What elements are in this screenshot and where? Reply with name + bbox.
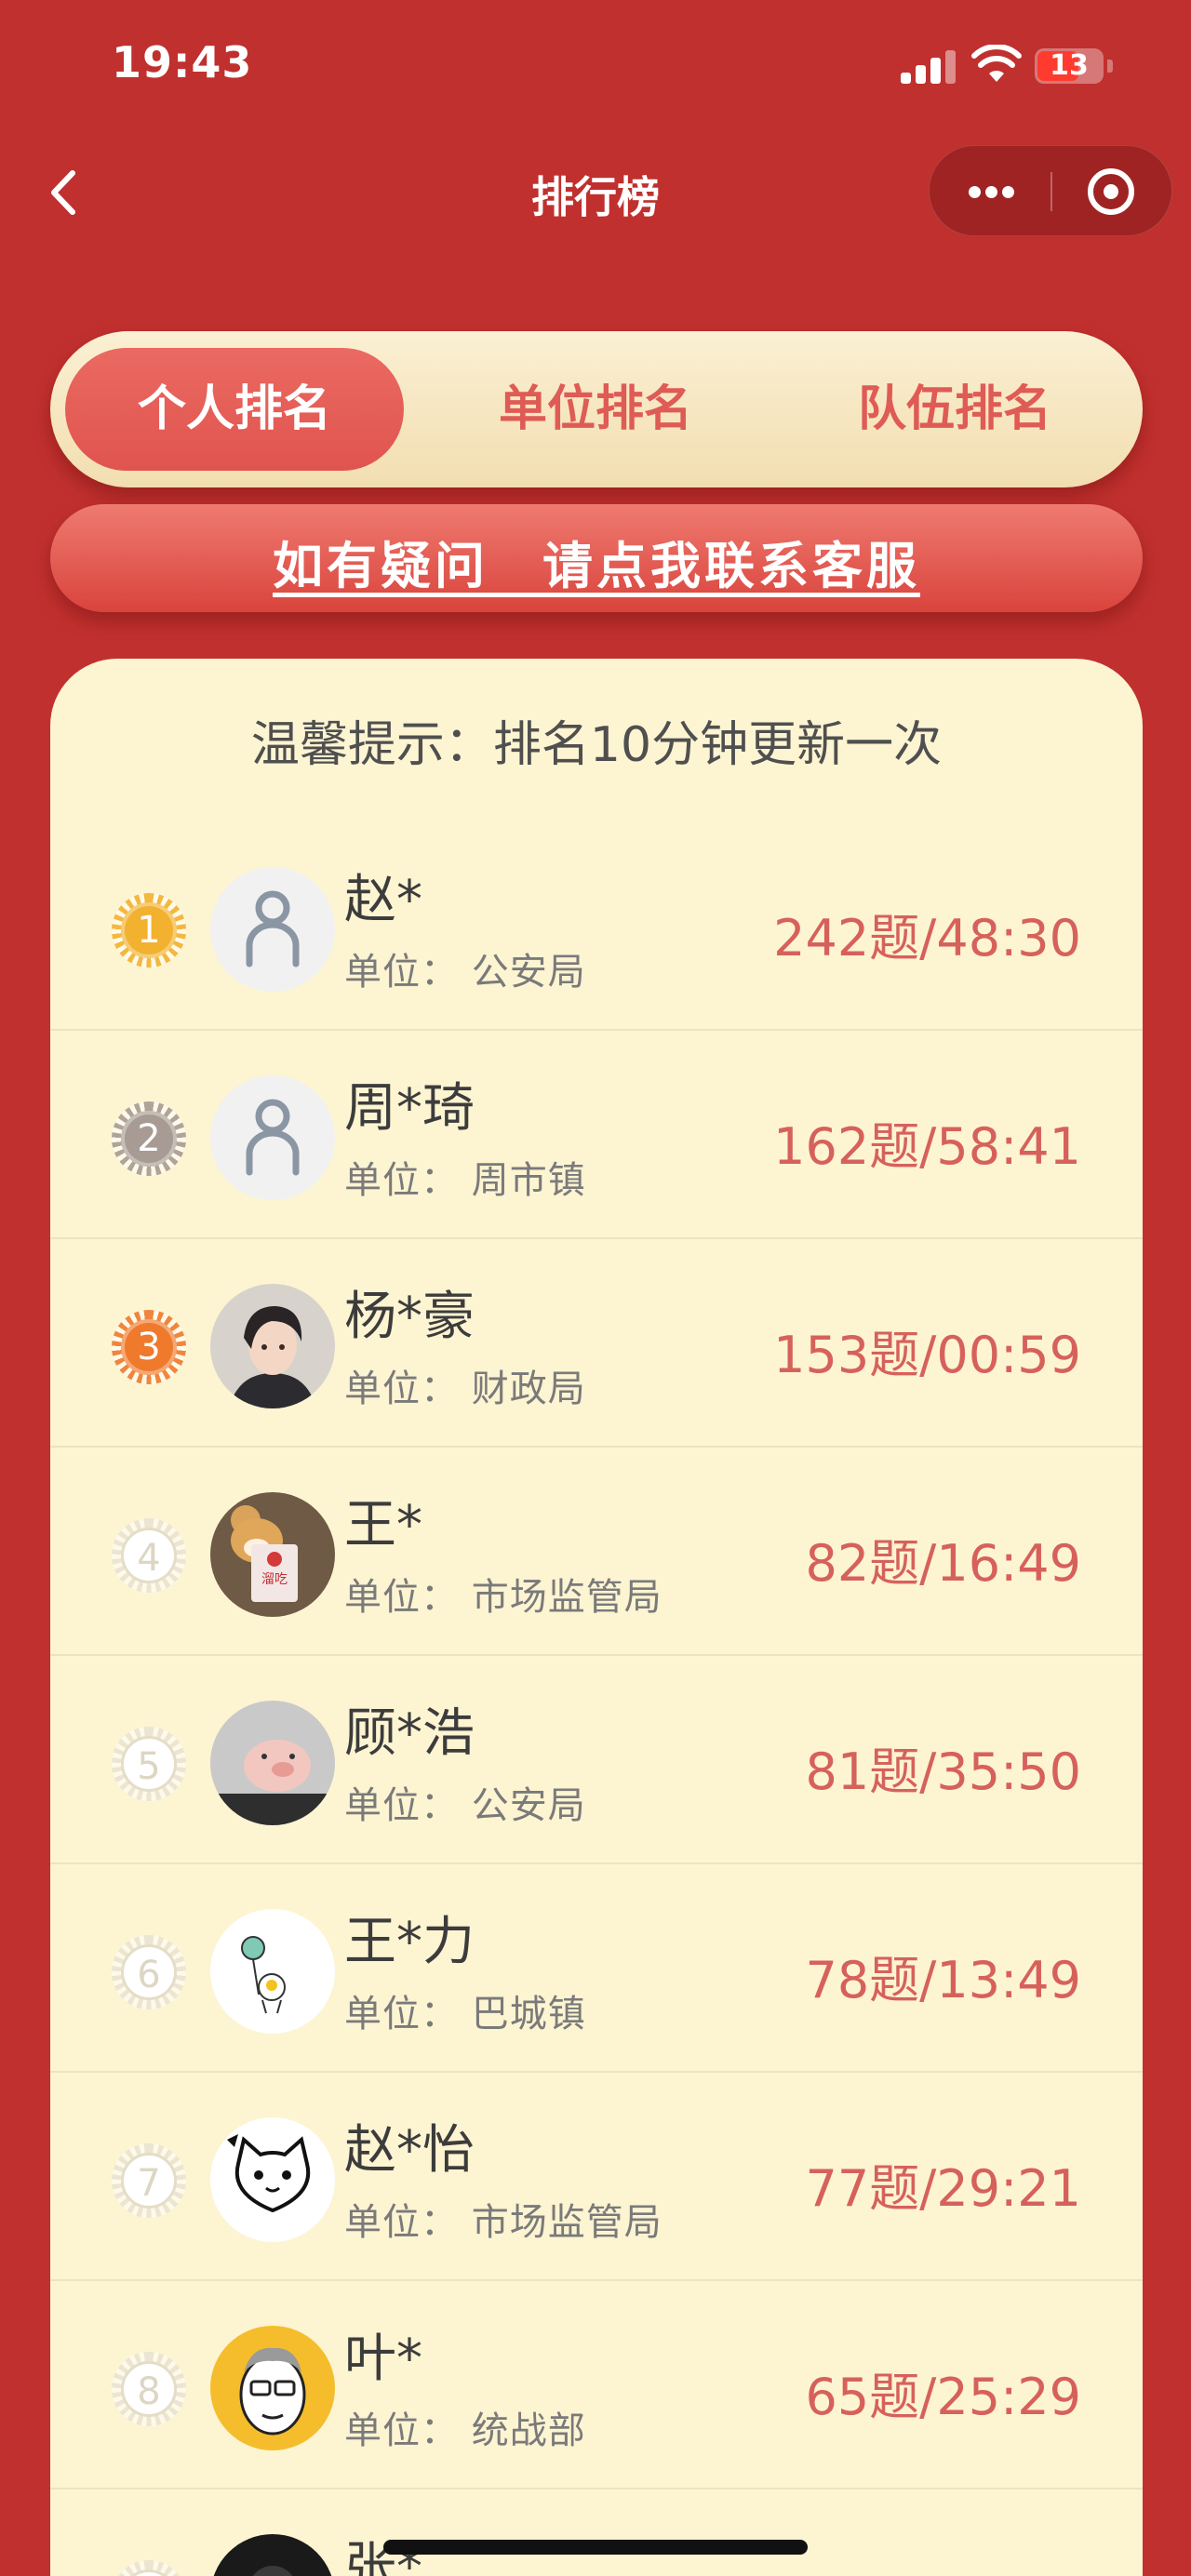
participant-unit: 单位： 市场监管局 <box>344 2201 662 2244</box>
svg-text:溜吃: 溜吃 <box>261 1572 288 1587</box>
avatar <box>210 867 335 992</box>
rank-medal-icon: 6 <box>112 1935 186 2009</box>
participant-unit: 单位： 统战部 <box>344 2409 586 2452</box>
battery-icon: 13 <box>1035 48 1104 84</box>
tab-unit[interactable]: 单位排名 <box>426 348 765 471</box>
participant-unit: 单位： 巴城镇 <box>344 1993 586 2035</box>
participant-name: 顾*浩 <box>344 1703 475 1764</box>
rank-number: 8 <box>121 2361 177 2417</box>
signal-icon <box>901 48 957 84</box>
participant-name: 王*力 <box>344 1912 475 1972</box>
contact-support-button[interactable]: 如有疑问 请点我联系客服 <box>50 504 1143 612</box>
participant-name: 叶* <box>344 2329 422 2389</box>
rank-number: 4 <box>121 1528 177 1583</box>
participant-score: 65题/25:29 <box>805 2368 1081 2426</box>
participant-name: 王* <box>344 1495 422 1555</box>
rank-medal-icon: 4 <box>112 1518 186 1593</box>
ranking-tabs: 个人排名 单位排名 队伍排名 <box>50 331 1143 487</box>
avatar <box>210 2326 335 2450</box>
ranking-list: 1 赵* 单位： 公安局 242题/48:30 2 周*琦 单位： 周市镇 16… <box>50 822 1143 2576</box>
ranking-row[interactable]: 5 顾*浩 单位： 公安局 81题/35:50 <box>50 1656 1143 1864</box>
ranking-row[interactable]: 7 赵*怡 单位： 市场监管局 77题/29:21 <box>50 2073 1143 2281</box>
battery-level: 13 <box>1050 49 1089 82</box>
rank-medal-icon: 2 <box>112 1101 186 1176</box>
participant-name: 周*琦 <box>344 1078 475 1139</box>
participant-score: 82题/16:49 <box>805 1534 1081 1593</box>
rank-medal-icon: 3 <box>112 1310 186 1384</box>
avatar <box>210 1909 335 2034</box>
avatar <box>210 1075 335 1200</box>
avatar <box>210 2534 335 2576</box>
participant-score: 242题/48:30 <box>773 909 1081 968</box>
close-mini-program-icon[interactable] <box>1052 146 1173 237</box>
rank-medal-icon: 9 <box>112 2560 186 2576</box>
tab-personal[interactable]: 个人排名 <box>65 348 404 471</box>
rank-number: 6 <box>121 1944 177 2000</box>
tab-team[interactable]: 队伍排名 <box>785 348 1124 471</box>
rank-number: 3 <box>121 1319 177 1375</box>
status-bar: 19:43 13 <box>0 0 1191 140</box>
participant-score: 162题/58:41 <box>773 1117 1081 1176</box>
update-tip: 温馨提示：排名10分钟更新一次 <box>250 717 943 773</box>
status-time: 19:43 <box>112 37 253 87</box>
more-icon[interactable] <box>930 146 1050 237</box>
rank-medal-icon: 1 <box>112 893 186 968</box>
participant-unit: 单位： 周市镇 <box>344 1159 586 1202</box>
contact-support-label: 如有疑问 请点我联系客服 <box>273 537 920 595</box>
participant-score: 153题/00:59 <box>773 1326 1081 1384</box>
participant-score: 81题/35:50 <box>805 1742 1081 1801</box>
participant-name: 杨*豪 <box>344 1287 475 1347</box>
ranking-card: 温馨提示：排名10分钟更新一次 1 赵* 单位： 公安局 242题/48:30 … <box>50 659 1143 2576</box>
rank-number: 2 <box>121 1111 177 1167</box>
ranking-row[interactable]: 2 周*琦 单位： 周市镇 162题/58:41 <box>50 1031 1143 1239</box>
ranking-row[interactable]: 8 叶* 单位： 统战部 65题/25:29 <box>50 2281 1143 2489</box>
participant-unit: 单位： 公安局 <box>344 1784 586 1827</box>
mini-program-capsule <box>929 145 1172 236</box>
participant-unit: 单位： 公安局 <box>344 951 586 994</box>
rank-number: 1 <box>121 902 177 958</box>
ranking-row[interactable]: 4 溜吃 王* 单位： 市场监管局 82题/16:49 <box>50 1448 1143 1656</box>
avatar: 溜吃 <box>210 1492 335 1617</box>
participant-unit: 单位： 财政局 <box>344 1368 586 1410</box>
avatar <box>210 1284 335 1408</box>
rank-medal-icon: 8 <box>112 2352 186 2426</box>
participant-unit: 单位： 市场监管局 <box>344 1576 662 1619</box>
participant-score: 77题/29:21 <box>805 2159 1081 2218</box>
participant-name: 赵*怡 <box>344 2120 475 2181</box>
rank-number: 7 <box>121 2153 177 2209</box>
rank-number: 5 <box>121 1736 177 1792</box>
wifi-icon <box>971 45 1022 82</box>
ranking-row[interactable]: 3 杨*豪 单位： 财政局 153题/00:59 <box>50 1239 1143 1448</box>
avatar <box>210 2117 335 2242</box>
avatar <box>210 1701 335 1825</box>
participant-name: 赵* <box>344 870 422 930</box>
battery-cap <box>1107 60 1113 73</box>
ranking-row[interactable]: 9 张* <box>50 2489 1143 2576</box>
rank-medal-icon: 5 <box>112 1727 186 1801</box>
leaderboard-page: 19:43 13 排行榜 个人排名 单位排名 队伍排名 如有疑问 请点我联系客服… <box>0 0 1191 2576</box>
ranking-row[interactable]: 1 赵* 单位： 公安局 242题/48:30 <box>50 822 1143 1031</box>
participant-score: 78题/13:49 <box>805 1951 1081 2009</box>
rank-medal-icon: 7 <box>112 2143 186 2218</box>
ranking-row[interactable]: 6 王*力 单位： 巴城镇 78题/13:49 <box>50 1864 1143 2073</box>
home-indicator <box>383 2540 808 2555</box>
